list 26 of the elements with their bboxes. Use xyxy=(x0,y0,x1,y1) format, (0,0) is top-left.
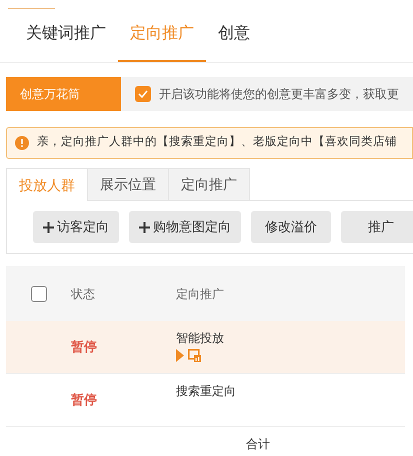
action-button[interactable]: 推广 xyxy=(341,211,413,243)
kaleidoscope-label: 创意万花筒 xyxy=(6,77,121,111)
chart-icon[interactable] xyxy=(188,349,201,362)
action-button[interactable]: 修改溢价 xyxy=(251,211,331,243)
status-text: 暂停 xyxy=(71,391,97,410)
sub-tab[interactable]: 定向推广 xyxy=(169,168,250,200)
action-button[interactable]: 访客定向 xyxy=(33,211,119,243)
column-header: 定向推广 xyxy=(176,286,224,302)
status-text: 暂停 xyxy=(71,338,97,356)
check-icon xyxy=(138,90,148,98)
tab[interactable]: 关键词推广 xyxy=(14,8,118,62)
total-label: 合计 xyxy=(246,436,270,452)
table-cell-text: 智能投放 xyxy=(176,330,224,347)
table-cell-text: 搜索重定向 xyxy=(176,383,236,400)
action-button[interactable]: 购物意图定向 xyxy=(129,211,241,243)
notice-text: 亲，定向推广人群中的【搜索重定向】、老版定向中【喜欢同类店铺 xyxy=(37,134,397,150)
plus-icon xyxy=(43,222,54,232)
sub-tab[interactable]: 展示位置 xyxy=(88,168,169,200)
column-header: 状态 xyxy=(71,286,96,302)
tab[interactable]: 创意 xyxy=(206,8,262,62)
play-icon[interactable] xyxy=(176,349,184,362)
plus-icon xyxy=(139,222,150,232)
feature-description: 开启该功能将使您的创意更丰富多变，获取更 xyxy=(159,86,399,103)
select-all-checkbox[interactable] xyxy=(30,286,46,302)
alert-icon xyxy=(15,136,29,150)
checkbox[interactable] xyxy=(135,86,151,102)
